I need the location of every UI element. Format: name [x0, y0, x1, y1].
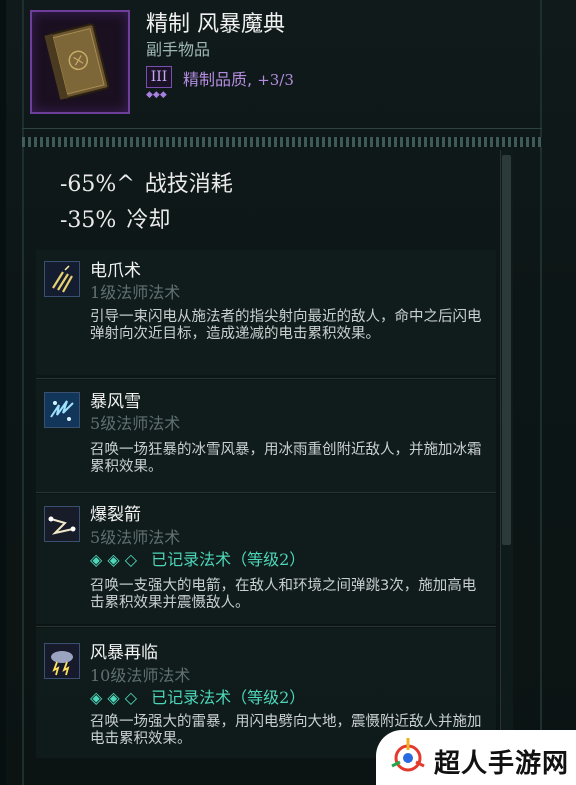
quality-line: 精制品质, +3/3: [183, 66, 294, 90]
left-edge: [0, 0, 6, 785]
skill-name: 暴风雪: [90, 392, 141, 412]
skill-level-num: 1: [90, 283, 101, 302]
quality-value: +3/3: [257, 71, 294, 89]
recorded-text: 已记录法术（等级: [151, 550, 280, 569]
skill-separator: [36, 492, 496, 493]
recorded-level: 2: [279, 688, 290, 707]
skill-level-text: 级法师法术: [100, 414, 181, 433]
skill-separator: [36, 626, 496, 627]
skill-level: 5级法师法术: [90, 410, 180, 434]
watermark-text: 超人手游网: [434, 749, 570, 779]
blizzard-icon: [44, 392, 80, 428]
header-divider: [22, 137, 542, 147]
spell-gem-icon: ◈ ◈ ◇: [90, 550, 138, 569]
spell-gem-icon: ◈ ◈ ◇: [90, 688, 138, 707]
skill-name: 风暴再临: [90, 643, 158, 663]
skill-level-text: 级法师法术: [100, 283, 181, 302]
skill-description: 引导一束闪电从施法者的指尖射向最近的敌人，命中之后闪电弹射向次近目标，造成递减的…: [90, 309, 482, 342]
storm-cloud-icon: [44, 643, 80, 679]
stat-row: -65%^ 战技消耗: [60, 166, 233, 198]
skill-level-num: 10: [90, 666, 111, 685]
skill-level: 5级法师法术: [90, 524, 180, 548]
burst-arrow-icon: [44, 506, 80, 542]
stat-value: -35%: [60, 208, 117, 233]
right-border-line: [540, 0, 542, 785]
skill-level-text: 级法师法术: [100, 528, 181, 547]
skill-name: 爆裂箭: [90, 505, 141, 525]
skill-level-num: 5: [90, 414, 101, 433]
watermark-logo-icon: [388, 736, 428, 784]
stat-label: 战技消耗: [144, 172, 233, 197]
recorded-close: ）: [289, 550, 306, 569]
skill-description: 召唤一支强大的电箭，在敌人和环境之间弹跳3次，施加高电击累积效果并震慑敌人。: [90, 578, 477, 611]
skill-level: 1级法师法术: [90, 279, 180, 303]
skill-description: 召唤一场狂暴的冰雪风暴，用冰雨重创附近敌人，并施加冰霜累积效果。: [90, 442, 482, 475]
recorded-text: 已记录法术（等级: [151, 688, 280, 707]
recorded-level: 2: [279, 550, 290, 569]
stat-value: -65%^: [60, 172, 135, 197]
header-divider-line: [22, 128, 542, 129]
grimoire-book-icon: [30, 10, 130, 114]
skill-level: 10级法师法术: [90, 662, 190, 686]
tier-dots: ◆◆◆: [146, 90, 167, 100]
skill-level-num: 5: [90, 528, 101, 547]
recorded-spell: ◈ ◈ ◇ 已记录法术（等级2）: [90, 546, 305, 570]
stat-row: -35% 冷却: [60, 202, 170, 234]
skill-level-text: 级法师法术: [110, 666, 191, 685]
item-type: 副手物品: [146, 40, 211, 59]
left-border-line: [22, 0, 24, 785]
skill-name: 电爪术: [90, 261, 141, 281]
item-title: 精制 风暴魔典: [146, 12, 285, 37]
skill-separator: [36, 378, 496, 379]
quality-label: 精制品质,: [183, 70, 253, 89]
scrollbar-thumb[interactable]: [502, 155, 511, 545]
recorded-spell: ◈ ◈ ◇ 已记录法术（等级2）: [90, 684, 305, 708]
stat-label: 冷却: [126, 208, 171, 233]
lightning-claw-icon: [44, 261, 80, 297]
recorded-close: ）: [289, 688, 306, 707]
tier-badge: III: [146, 66, 172, 88]
